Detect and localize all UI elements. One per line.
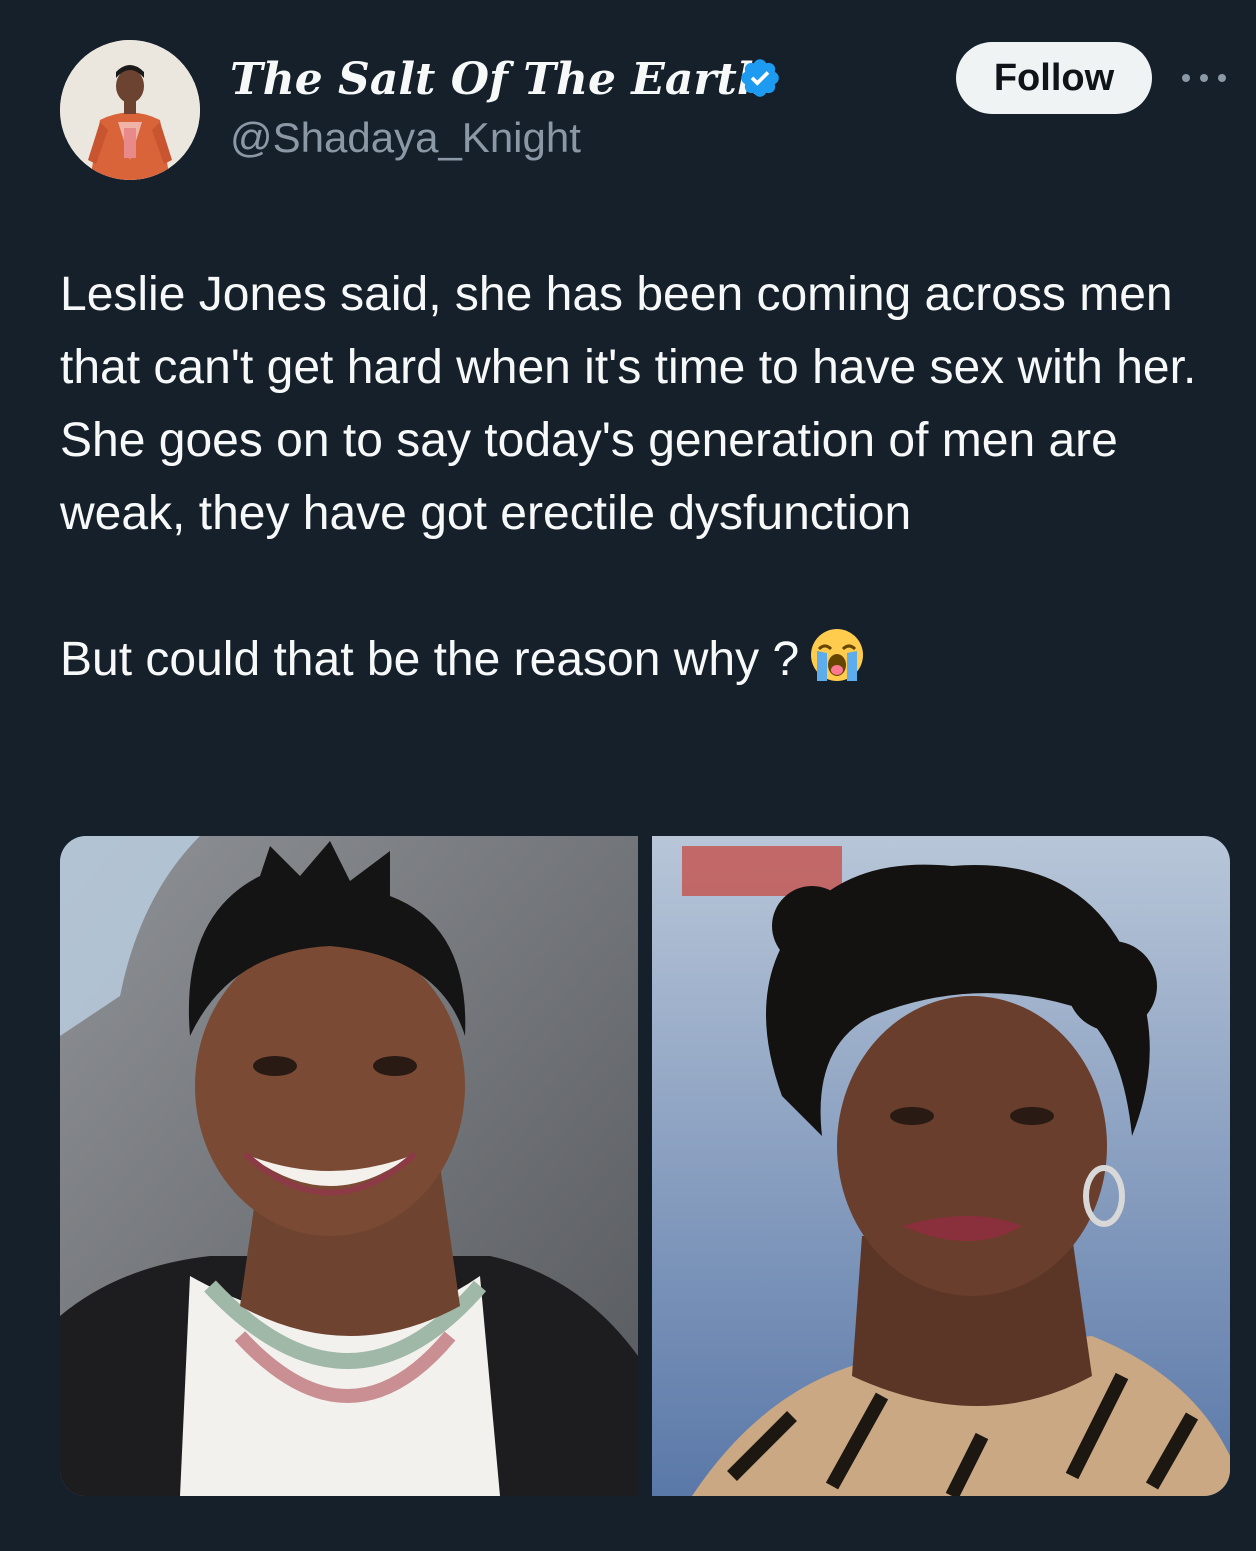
- more-options-button[interactable]: [1176, 58, 1232, 98]
- photo-right[interactable]: [652, 836, 1230, 1496]
- photo-left[interactable]: [60, 836, 638, 1496]
- media-grid: [60, 836, 1230, 1496]
- more-horizontal-icon: [1182, 74, 1226, 82]
- tweet: The Salt Of The Earth @Shadaya_Knight Fo…: [0, 0, 1256, 1551]
- verified-badge-icon: [741, 59, 779, 97]
- loudly-crying-face-icon: [811, 629, 864, 681]
- author-handle[interactable]: @Shadaya_Knight: [230, 112, 581, 164]
- tweet-paragraph-2-text: But could that be the reason why ?: [60, 633, 800, 686]
- follow-button[interactable]: Follow: [956, 42, 1152, 114]
- avatar[interactable]: [60, 40, 200, 180]
- tweet-paragraph-2: But could that be the reason why ?: [60, 623, 1210, 696]
- author-display-name[interactable]: The Salt Of The Earth: [230, 50, 769, 110]
- tweet-paragraph-1: Leslie Jones said, she has been coming a…: [60, 268, 1197, 540]
- tweet-text: Leslie Jones said, she has been coming a…: [60, 258, 1210, 696]
